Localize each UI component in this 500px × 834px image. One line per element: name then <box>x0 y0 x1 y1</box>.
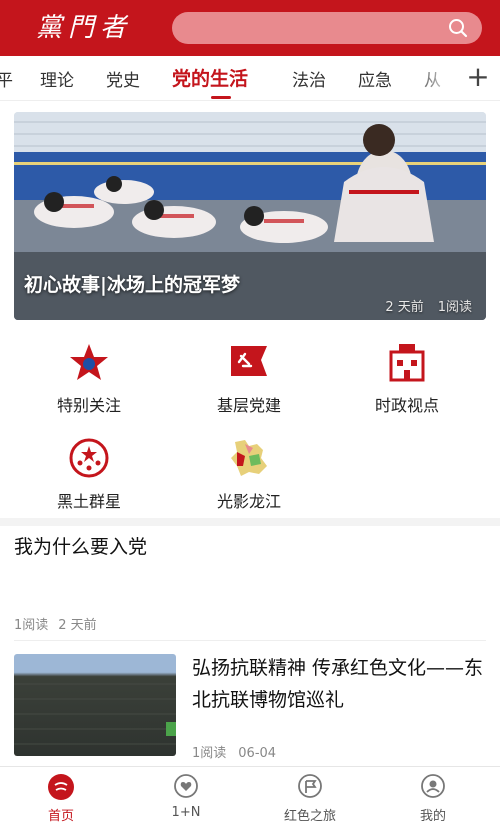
grid-item-current-affairs[interactable]: 时政视点 <box>342 340 472 416</box>
stars-circle-icon <box>69 438 109 478</box>
nav-label: 我的 <box>419 809 446 824</box>
user-icon <box>421 774 445 798</box>
article-title[interactable]: 弘扬抗联精神 传承红色文化——东北抗联博物馆巡礼 <box>192 652 486 716</box>
party-flag-icon <box>231 346 267 376</box>
tab-emergency[interactable]: 应急 <box>358 66 392 91</box>
active-tab-indicator <box>211 96 231 99</box>
article-reads: 1阅读 <box>192 746 227 761</box>
banner-reads: 1阅读 <box>437 300 472 315</box>
tab-party-history[interactable]: 党史 <box>106 66 140 91</box>
heart-chat-icon <box>174 774 198 798</box>
app-header: 黨門者 <box>0 0 500 56</box>
grid-item-light-shadow-longjiang[interactable]: 光影龙江 <box>184 436 314 512</box>
museum-photo <box>14 683 176 745</box>
search-input[interactable] <box>172 12 482 44</box>
list-separator <box>14 640 486 641</box>
section-divider <box>0 518 500 526</box>
building-icon <box>389 344 425 382</box>
featured-banner[interactable]: 初心故事|冰场上的冠军梦 2 天前 1阅读 <box>14 112 486 320</box>
nav-home[interactable]: 首页 <box>16 773 106 824</box>
app-logo: 黨門者 <box>36 13 133 43</box>
grid-item-black-soil-stars[interactable]: 黑土群星 <box>24 436 154 512</box>
bottom-navigation: 首页 1+N 红色之旅 我的 <box>0 766 500 834</box>
grid-label: 时政视点 <box>374 396 439 415</box>
star-icon <box>70 344 108 380</box>
grid-label: 基层党建 <box>216 396 281 415</box>
nav-label: 红色之旅 <box>283 809 336 824</box>
grid-item-special-focus[interactable]: 特别关注 <box>24 340 154 416</box>
tab-party-life[interactable]: 党的生活 <box>172 64 248 91</box>
plus-icon[interactable]: + <box>464 62 492 92</box>
flag-circle-icon <box>298 774 322 798</box>
article-reads: 1阅读 <box>14 618 49 633</box>
article-thumbnail[interactable] <box>14 654 176 756</box>
grid-label: 黑土群星 <box>56 492 121 511</box>
tab-rule-of-law[interactable]: 法治 <box>292 66 326 91</box>
nav-mine[interactable]: 我的 <box>388 773 478 824</box>
article-time: 2 天前 <box>58 618 97 633</box>
banner-meta: 2 天前 1阅读 <box>385 296 472 315</box>
nav-label: 1+N <box>171 805 201 820</box>
article-meta: 1阅读 06-04 <box>192 742 276 761</box>
tabs-fade <box>410 56 470 100</box>
grid-label: 光影龙江 <box>216 492 281 511</box>
nav-one-plus-n[interactable]: 1+N <box>141 773 231 820</box>
banner-time: 2 天前 <box>385 300 424 315</box>
article-date: 06-04 <box>238 746 277 761</box>
search-icon[interactable] <box>448 18 468 38</box>
nav-label: 首页 <box>47 809 74 824</box>
category-tabs: 平 理论 党史 党的生活 法治 应急 从 + <box>0 56 500 101</box>
tab-theory[interactable]: 理论 <box>40 66 74 91</box>
article-title[interactable]: 我为什么要入党 <box>14 532 147 559</box>
home-logo-icon <box>48 774 74 800</box>
article-meta: 1阅读 2 天前 <box>14 614 97 633</box>
grid-item-grassroots-party[interactable]: 基层党建 <box>184 340 314 416</box>
tab-ping[interactable]: 平 <box>0 66 13 91</box>
nav-red-tour[interactable]: 红色之旅 <box>265 773 355 824</box>
grid-label: 特别关注 <box>56 396 121 415</box>
heilongjiang-map-icon <box>231 440 267 476</box>
banner-title[interactable]: 初心故事|冰场上的冠军梦 <box>24 270 240 297</box>
